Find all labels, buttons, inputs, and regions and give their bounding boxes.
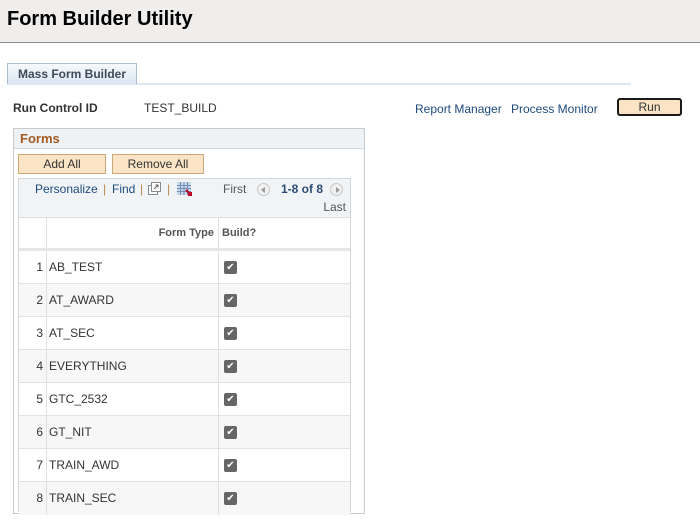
process-monitor-link[interactable]: Process Monitor: [511, 102, 598, 116]
row-number: 4: [19, 350, 47, 383]
tab-bar: Mass Form Builder: [7, 63, 631, 85]
build-cell: [219, 251, 350, 284]
build-cell: [219, 416, 350, 449]
form-type-cell: EVERYTHING: [47, 350, 219, 383]
grid-column-header: Form Type Build?: [19, 218, 350, 251]
table-row: 1 AB_TEST ✔: [19, 251, 350, 284]
form-type-cell: GTC_2532: [47, 383, 219, 416]
grid-navigation-bar: Personalize | Find | | First 1-8 of 8 La…: [19, 179, 350, 218]
build-cell: [219, 383, 350, 416]
row-number: 6: [19, 416, 47, 449]
build-checkbox[interactable]: ✔: [224, 459, 237, 472]
form-type-cell: AT_SEC: [47, 317, 219, 350]
view-all-icon[interactable]: [148, 182, 161, 195]
table-row: 2 AT_AWARD ✔: [19, 284, 350, 317]
page-title: Form Builder Utility: [7, 8, 193, 30]
remove-all-button[interactable]: Remove All: [112, 154, 204, 174]
run-control-id-label: Run Control ID: [13, 101, 98, 115]
build-checkbox[interactable]: ✔: [224, 327, 237, 340]
run-button[interactable]: Run: [617, 98, 682, 116]
table-row: 3 AT_SEC ✔: [19, 317, 350, 350]
row-number: 5: [19, 383, 47, 416]
report-manager-link[interactable]: Report Manager: [415, 102, 502, 116]
download-to-excel-icon[interactable]: [177, 182, 193, 197]
tab-mass-form-builder[interactable]: Mass Form Builder: [7, 63, 137, 84]
forms-grid: Personalize | Find | | First 1-8 of 8 La…: [18, 178, 351, 515]
build-checkbox[interactable]: ✔: [224, 393, 237, 406]
grid-rows: 1 AB_TEST ✔ 2 AT_AWARD ✔ 3 AT_SEC ✔ 4 EVERYTHING ✔ 5…: [19, 251, 350, 515]
table-row: 7 TRAIN_AWD ✔: [19, 449, 350, 482]
table-row: 5 GTC_2532 ✔: [19, 383, 350, 416]
row-count: 1-8 of 8: [281, 182, 324, 196]
build-cell: [219, 482, 350, 515]
row-number: 3: [19, 317, 47, 350]
table-row: 6 GT_NIT ✔: [19, 416, 350, 449]
personalize-link[interactable]: Personalize: [35, 182, 98, 196]
page-header: Form Builder Utility: [0, 0, 700, 43]
build-header[interactable]: Build?: [219, 218, 350, 248]
find-link[interactable]: Find: [112, 182, 135, 196]
next-icon[interactable]: [330, 183, 343, 196]
build-checkbox[interactable]: ✔: [224, 492, 237, 505]
table-row: 4 EVERYTHING ✔: [19, 350, 350, 383]
form-type-cell: AB_TEST: [47, 251, 219, 284]
separator: |: [103, 182, 107, 196]
build-cell: [219, 350, 350, 383]
build-cell: [219, 284, 350, 317]
row-number: 2: [19, 284, 47, 317]
form-type-cell: AT_AWARD: [47, 284, 219, 317]
row-number: 7: [19, 449, 47, 482]
build-cell: [219, 449, 350, 482]
build-cell: [219, 317, 350, 350]
table-row: 8 TRAIN_SEC ✔: [19, 482, 350, 515]
previous-icon[interactable]: [257, 183, 270, 196]
row-number: 8: [19, 482, 47, 515]
separator: |: [140, 182, 144, 196]
row-number: 1: [19, 251, 47, 284]
form-type-cell: TRAIN_AWD: [47, 449, 219, 482]
build-checkbox[interactable]: ✔: [224, 294, 237, 307]
first-label[interactable]: First: [223, 182, 246, 196]
separator: |: [167, 182, 171, 196]
build-checkbox[interactable]: ✔: [224, 261, 237, 274]
forms-section: Forms Add All Remove All Personalize | F…: [13, 128, 365, 515]
run-control-id-value: TEST_BUILD: [144, 101, 217, 115]
form-type-header[interactable]: Form Type: [47, 218, 219, 248]
last-label[interactable]: Last: [323, 200, 346, 214]
add-all-button[interactable]: Add All: [18, 154, 106, 174]
build-checkbox[interactable]: ✔: [224, 426, 237, 439]
form-type-cell: TRAIN_SEC: [47, 482, 219, 515]
row-number-header: [19, 218, 47, 248]
build-checkbox[interactable]: ✔: [224, 360, 237, 373]
forms-section-title: Forms: [14, 129, 364, 149]
form-type-cell: GT_NIT: [47, 416, 219, 449]
